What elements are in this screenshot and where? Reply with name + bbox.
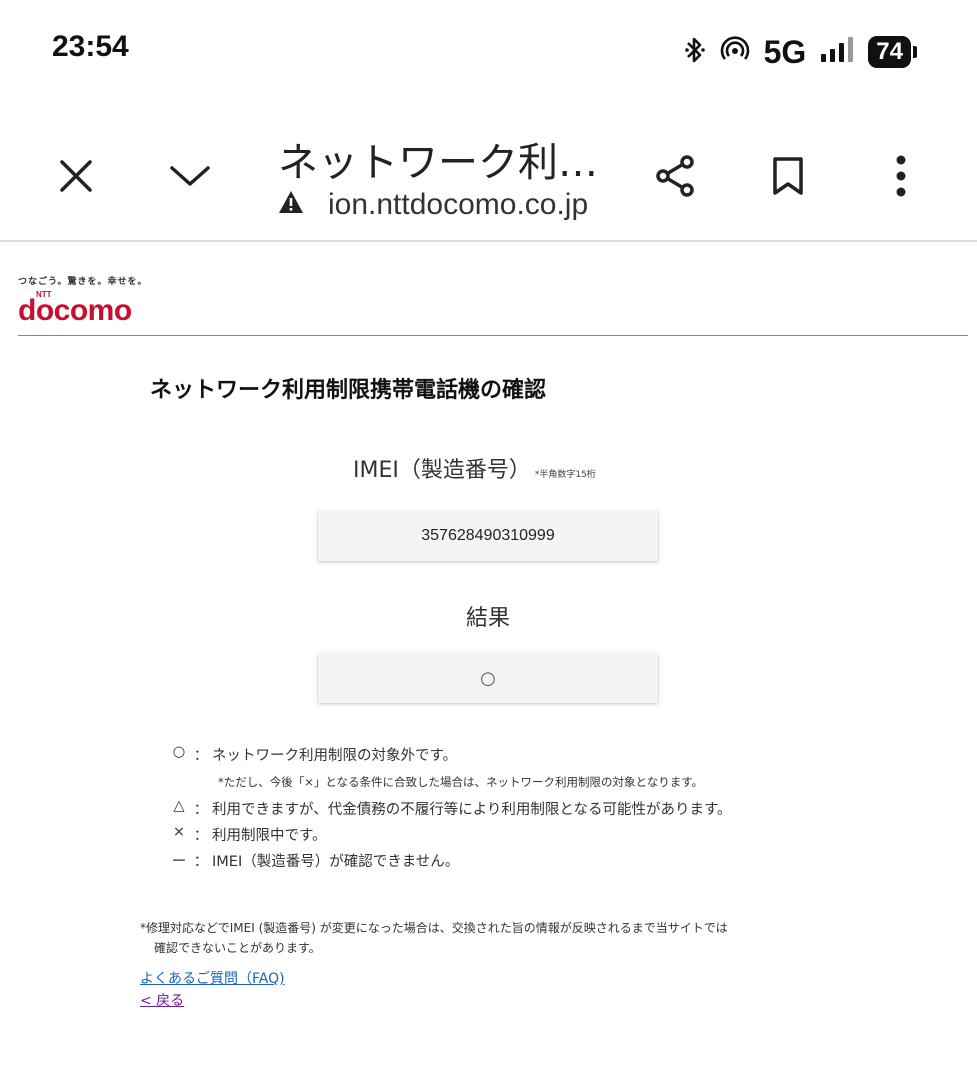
chevron-down-icon[interactable] — [160, 148, 220, 204]
more-vert-icon[interactable] — [878, 148, 924, 204]
url-bar[interactable]: ion.nttdocomo.co.jp — [278, 188, 588, 222]
header-divider — [18, 335, 968, 336]
close-icon[interactable] — [48, 148, 104, 204]
battery-level: 74 — [868, 36, 911, 68]
site-header: つなごう。驚きを。幸せを。 NTT docomo — [0, 240, 977, 338]
imei-input[interactable]: 357628490310999 — [318, 511, 658, 561]
footnote-line: 確認できないことがあります。 — [154, 941, 321, 955]
legend-sub-note: *ただし、今後「×」となる条件に合致した場合は、ネットワーク利用制限の対象となり… — [218, 775, 704, 789]
status-icons: 5G 74 — [684, 30, 917, 74]
bookmark-icon[interactable] — [760, 148, 816, 204]
legend-item: △ ： 利用できますが、代金債務の不履行等により利用制限となる可能性があります。 — [168, 798, 732, 819]
result-label: 結果 — [465, 606, 510, 631]
legend-text: IMEI（製造番号）が確認できません。 — [212, 854, 460, 870]
legend-symbol: ー — [171, 854, 187, 870]
page-heading: ネットワーク利用制限携帯電話機の確認 — [150, 378, 547, 403]
legend-colon: ： — [193, 854, 209, 870]
legend-symbol: △ — [173, 798, 185, 814]
battery-tip — [913, 46, 917, 58]
faq-link[interactable]: よくあるご質問（FAQ) — [140, 968, 285, 988]
docomo-logo[interactable]: NTT docomo — [18, 290, 168, 330]
legend-text: 利用できますが、代金債務の不履行等により利用制限となる可能性があります。 — [212, 802, 732, 818]
signal-icon — [820, 36, 854, 68]
share-icon[interactable] — [648, 148, 704, 204]
bluetooth-icon — [684, 35, 706, 69]
legend-item: ○ ： ネットワーク利用制限の対象外です。 — [168, 744, 457, 765]
status-bar: 23:54 5G 74 — [0, 0, 977, 100]
legend-colon: ： — [193, 828, 209, 844]
legend-symbol: × — [172, 824, 186, 840]
brand-tagline: つなごう。驚きを。幸せを。 — [18, 277, 148, 287]
battery-indicator: 74 — [868, 36, 917, 68]
legend-colon: ： — [193, 748, 209, 764]
result-value: ○ — [318, 653, 658, 703]
footnote-line: *修理対応などでIMEI (製造番号) が変更になった場合は、交換された旨の情報… — [140, 921, 728, 935]
back-link[interactable]: < 戻る — [140, 990, 184, 1010]
legend-text: 利用制限中です。 — [212, 828, 327, 844]
imei-label: IMEI（製造番号） *半角数字15桁 — [353, 452, 596, 484]
legend-item: ー ： IMEI（製造番号）が確認できません。 — [168, 850, 460, 871]
legend-item: × ： 利用制限中です。 — [168, 824, 327, 845]
logo-text: docomo — [18, 294, 132, 327]
warning-icon — [278, 188, 304, 222]
legend-text: ネットワーク利用制限の対象外です。 — [212, 748, 458, 764]
imei-label-text: IMEI（製造番号） — [353, 458, 531, 483]
legend-colon: ： — [193, 802, 209, 818]
page-title: ネットワーク利… — [278, 140, 598, 186]
status-time: 23:54 — [52, 30, 129, 63]
footnote: *修理対応などでIMEI (製造番号) が変更になった場合は、交換された旨の情報… — [140, 918, 728, 958]
network-type: 5G — [763, 33, 807, 70]
legend-symbol: ○ — [172, 744, 186, 760]
hotspot-icon — [720, 35, 750, 69]
url-text: ion.nttdocomo.co.jp — [328, 188, 589, 221]
browser-toolbar: ネットワーク利… ion.nttdocomo.co.jp — [0, 100, 977, 242]
imei-note: *半角数字15桁 — [534, 470, 596, 480]
